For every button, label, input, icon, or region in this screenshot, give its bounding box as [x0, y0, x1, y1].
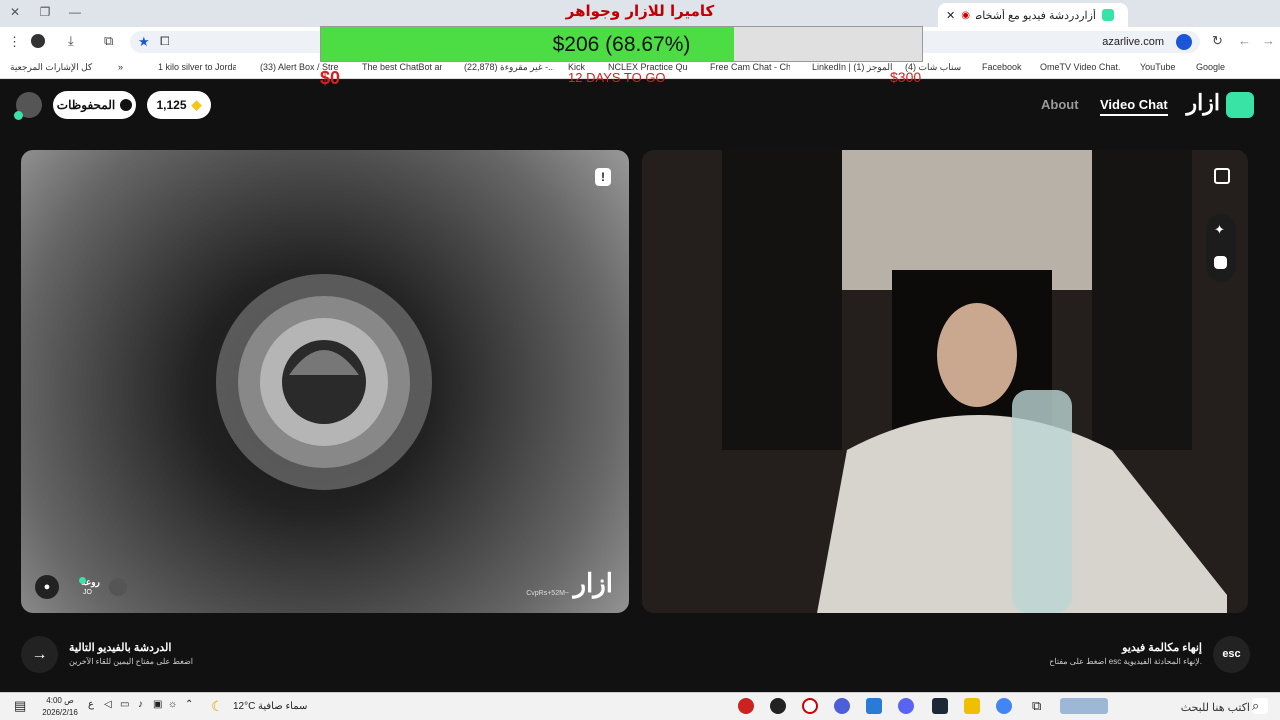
brightness-icon[interactable]: ☼ [168, 699, 177, 710]
bookmarks-overflow-icon[interactable]: » [118, 62, 130, 72]
bookmark-facebook[interactable]: Facebook [982, 62, 1022, 72]
nav-about[interactable]: About [1041, 97, 1079, 112]
verified-icon [79, 577, 86, 584]
download-icon[interactable]: ⤓ [68, 33, 74, 49]
azar-logo-icon[interactable] [1226, 92, 1254, 118]
back-icon[interactable]: ← [1238, 33, 1251, 48]
widget-thumbnail-icon[interactable] [1060, 698, 1108, 714]
next-video-subtitle: اضغط على مفتاح اليمين للقاء الآخرين [69, 657, 194, 666]
report-shield-icon[interactable]: ! [595, 168, 611, 186]
saved-button[interactable]: المحفوظات [53, 91, 136, 119]
moon-icon: ☾ [211, 698, 224, 714]
all-bookmarks[interactable]: كل الإشارات المرجعية [10, 62, 100, 73]
camera-tools: ✦ [1206, 214, 1236, 282]
steam-icon[interactable] [932, 698, 948, 714]
tab-title: أزاردردشة فيديو مع أشخاص [975, 9, 1096, 22]
matching-rings [216, 274, 432, 490]
bookmark-chatbot[interactable]: The best ChatBot an... [362, 62, 442, 72]
tab-favicon-icon [1101, 9, 1114, 21]
azar-logo-text[interactable]: ازار [1187, 90, 1220, 116]
gems-button[interactable]: 1,125 ◆ [147, 91, 211, 119]
app-icon[interactable] [834, 698, 850, 714]
nav-video-chat[interactable]: Video Chat [1100, 97, 1168, 116]
watermark-id: CvpRs+52M~ [526, 590, 569, 597]
minimize-window-icon[interactable]: — [66, 5, 84, 19]
media-player-icon[interactable] [738, 698, 754, 714]
recording-icon: ◉ [961, 9, 970, 21]
close-window-icon[interactable]: ✕ [6, 5, 24, 19]
bookmark-youtube[interactable]: YouTube [1140, 62, 1190, 72]
store-icon[interactable] [866, 698, 882, 714]
temperature: 12°C [233, 701, 256, 712]
page-info-icon[interactable]: ⧠ [160, 34, 170, 49]
discord-icon[interactable] [898, 698, 914, 714]
start-search-icon[interactable]: ⌕ [1252, 698, 1268, 714]
remote-video-panel: ! ● روعه JO ازار CvpRs+52M~ [21, 150, 629, 613]
taskbar-search-placeholder: اكتب هنا للبحث [1180, 702, 1250, 714]
profile-avatar-icon[interactable] [31, 34, 45, 48]
gem-icon: ◆ [191, 97, 202, 112]
weather-text: سماء صافية [258, 701, 308, 712]
obs-icon[interactable] [770, 698, 786, 714]
esc-button[interactable]: esc [1213, 636, 1250, 673]
collapse-icon[interactable] [1214, 168, 1230, 184]
user-avatar[interactable] [14, 92, 42, 120]
opera-icon[interactable] [802, 698, 818, 714]
camera-feed-image [642, 150, 1248, 613]
language-indicator[interactable]: ع [88, 699, 94, 710]
extensions-icon[interactable]: ⧉ [104, 33, 113, 49]
partner-country: JO [83, 589, 92, 596]
chrome-icon[interactable] [996, 698, 1012, 714]
site-settings-icon[interactable] [1176, 34, 1192, 50]
magic-wand-icon[interactable]: ✦ [1214, 222, 1225, 238]
file-explorer-icon[interactable] [964, 698, 980, 714]
chat-icon[interactable]: ● [35, 575, 59, 599]
goal-days-label: 12 DAYS TO GO [568, 70, 666, 85]
taskbar-search-input[interactable]: اكتب هنا للبحث [1150, 696, 1250, 718]
task-view-icon[interactable]: ⧉ [1032, 698, 1048, 714]
menu-icon[interactable]: ⋮ [8, 34, 21, 50]
bookmark-mail[interactable]: (22,878) غير مقروءة -... [464, 62, 554, 73]
goal-min-label: $0 [320, 68, 341, 88]
bookmark-freecam[interactable]: Free Cam Chat - Ch... [710, 62, 790, 72]
online-status-icon [14, 111, 23, 120]
local-camera-panel: ✦ [642, 150, 1248, 613]
close-tab-icon[interactable]: ✕ [946, 9, 955, 22]
reload-icon[interactable]: ↻ [1212, 33, 1223, 49]
azar-watermark: ازار [573, 568, 613, 598]
face-filter-icon[interactable] [1214, 256, 1227, 269]
tray-expand-icon[interactable]: ⌃ [185, 699, 193, 710]
windows-taskbar: ⌕ اكتب هنا للبحث ⧉ سماء صافية 12°C ☾ ⌃ ☼… [0, 692, 1280, 720]
clock-time[interactable]: 4:00 ص [40, 696, 80, 705]
arrow-right-icon[interactable]: → [21, 636, 58, 673]
microphone-icon[interactable]: ♪ [138, 699, 143, 710]
bookmark-silver[interactable]: 1 kilo silver to Jorda... [158, 62, 236, 72]
donation-goal-text: $206 (68.67%) [552, 33, 691, 56]
end-call-title: إنهاء مكالمة فيديو [1122, 642, 1202, 654]
donation-goal-bar: $206 (68.67%) [320, 26, 923, 62]
bookmark-linkedin[interactable]: LinkedIn | (1) الموجز [812, 62, 892, 73]
clock-date[interactable]: 2026/2/16 [38, 708, 82, 717]
end-call-subtitle: اضغط على مفتاح esc لإنهاء المحادثة الفيد… [1049, 657, 1202, 666]
next-video-title: الدردشة بالفيديو التالية [69, 642, 172, 654]
camera-tray-icon[interactable]: ▣ [153, 699, 162, 710]
volume-icon[interactable]: ◁ [104, 699, 112, 710]
bookmark-star-icon[interactable]: ★ [138, 34, 150, 50]
bookmark-google[interactable]: Google [1196, 62, 1266, 72]
partner-avatar [109, 578, 127, 596]
gems-count: 1,125 [156, 98, 187, 112]
bookmark-ometv[interactable]: OmeTV Video Chat... [1040, 62, 1120, 72]
battery-icon[interactable]: ▭ [120, 699, 129, 710]
clock-icon [120, 99, 133, 111]
browser-tab[interactable]: أزاردردشة فيديو مع أشخاص ◉ ✕ [938, 3, 1128, 27]
restore-window-icon[interactable]: ❐ [36, 5, 54, 19]
forward-icon[interactable]: → [1262, 33, 1275, 48]
notification-icon[interactable]: ▤ [14, 698, 26, 714]
stream-overlay-title: كاميرا للازار وجواهر [565, 2, 715, 20]
url-text: azarlive.com [1102, 36, 1164, 48]
goal-max-label: $300 [890, 69, 922, 85]
saved-label: المحفوظات [56, 98, 116, 112]
